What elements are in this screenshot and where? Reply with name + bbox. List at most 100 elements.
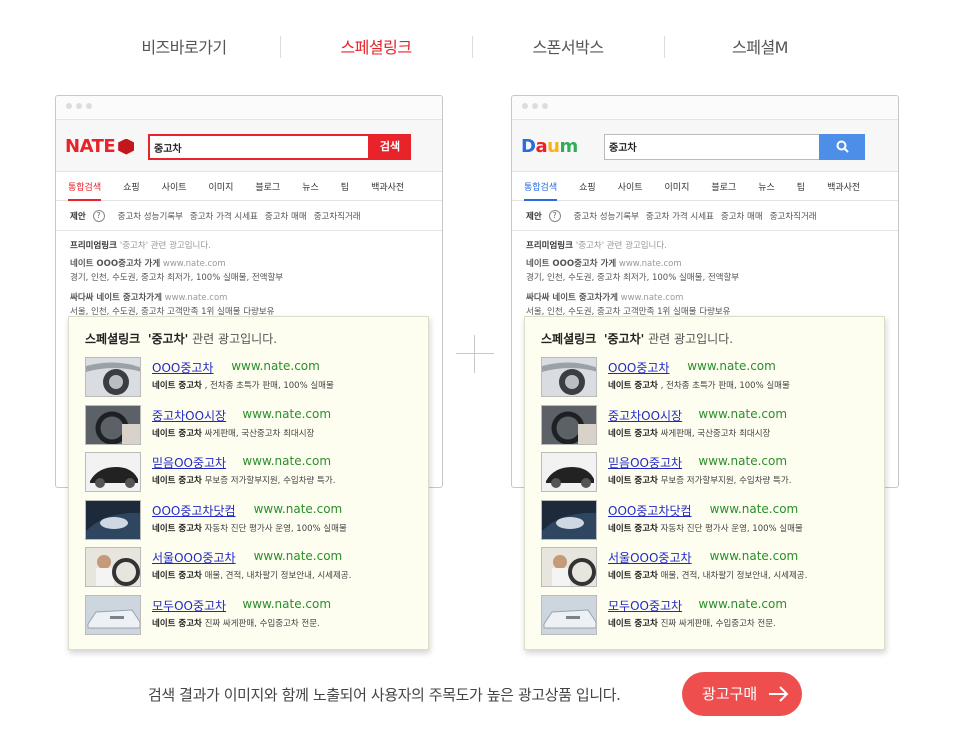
ad-url[interactable]: www.nate.com	[698, 454, 787, 468]
ad-url[interactable]: www.nate.com	[254, 549, 343, 563]
ad-url[interactable]: www.nate.com	[698, 597, 787, 611]
nav-item-news[interactable]: 뉴스	[758, 180, 775, 193]
ad-description: 네이트 중고차 , 전차종 초특가 판매, 100% 실매물	[152, 381, 334, 391]
ad-title-link[interactable]: 믿음OO중고차	[152, 454, 226, 471]
nav-item-encyclopedia[interactable]: 백과사전	[371, 180, 404, 193]
nav-item-blog[interactable]: 블로그	[255, 180, 280, 193]
nav-item-shopping[interactable]: 쇼핑	[579, 180, 596, 193]
ad-title-link[interactable]: 중고차OO시장	[152, 407, 226, 424]
ad-title-link[interactable]: 서울OOO중고차	[152, 549, 236, 566]
nav-item-image[interactable]: 이미지	[665, 180, 690, 193]
nav-item-site[interactable]: 사이트	[618, 180, 643, 193]
ad-title-link[interactable]: OOO중고차	[152, 359, 213, 376]
ad-item[interactable]: OOO중고차닷컴 www.nate.com 네이트 중고차 자동차 진단 평가사 운…	[541, 499, 871, 540]
car-thumbnail[interactable]	[541, 499, 597, 540]
suggest-row: 제안 ? 중고차 성능기록부 중고차 가격 시세표 중고차 매매 중고차직거래	[512, 201, 898, 231]
ad-item[interactable]: 모두OO중고차 www.nate.com 네이트 중고차 진짜 싸게판매, 수입중고…	[541, 594, 871, 635]
car-thumbnail[interactable]	[85, 404, 141, 445]
suggest-item[interactable]: 중고차 가격 시세표	[646, 210, 714, 222]
ad-url[interactable]: www.nate.com	[710, 549, 799, 563]
tab-sponsor-box[interactable]: 스폰서박스	[472, 30, 664, 66]
nav-item-news[interactable]: 뉴스	[302, 180, 319, 193]
ad-url[interactable]: www.nate.com	[242, 454, 331, 468]
ad-description: 네이트 중고차 진짜 싸게판매, 수입중고차 전문.	[152, 618, 320, 629]
ad-item[interactable]: 모두OO중고차 www.nate.com 네이트 중고차 진짜 싸게판매, 수입중고…	[85, 594, 415, 635]
car-thumbnail[interactable]	[85, 547, 141, 587]
help-icon[interactable]: ?	[548, 209, 561, 222]
daum-search-input[interactable]: 중고차	[604, 134, 820, 160]
popup-suffix: 관련 광고입니다.	[648, 332, 734, 346]
ad-item[interactable]: 서울OOO중고차 www.nate.com 네이트 중고차 매물, 견적, 내차팔기…	[541, 547, 871, 587]
premium-result-title[interactable]: 싸다싸 네이트 중고차가게 www.nate.com	[70, 291, 428, 305]
ad-description: 네이트 중고차 진짜 싸게판매, 수입중고차 전문.	[608, 618, 776, 629]
nav-item-integrated[interactable]: 통합검색	[524, 180, 558, 201]
suggest-item[interactable]: 중고차 성능기록부	[574, 210, 639, 222]
nav-item-image[interactable]: 이미지	[209, 180, 234, 193]
suggest-item[interactable]: 중고차직거래	[770, 210, 817, 222]
special-link-popup-nate: 스페셜링크 '중고차' 관련 광고입니다. OOO중고차 www.nate.com 네…	[68, 316, 429, 650]
daum-search-button[interactable]	[819, 134, 865, 160]
tab-bizbaro[interactable]: 비즈바로가기	[88, 30, 280, 66]
ad-item[interactable]: 중고차OO시장 www.nate.com 네이트 중고차 싸게판매, 국산중고차 최…	[541, 404, 871, 445]
ad-item[interactable]: OOO중고차 www.nate.com 네이트 중고차 , 전차종 초특가 판매, …	[85, 357, 415, 397]
help-icon[interactable]: ?	[92, 209, 105, 222]
ad-item[interactable]: 중고차OO시장 www.nate.com 네이트 중고차 싸게판매, 국산중고차 최…	[85, 404, 415, 445]
suggest-item[interactable]: 중고차 매매	[721, 210, 763, 222]
ad-title-link[interactable]: OOO중고차닷컴	[608, 502, 692, 519]
car-thumbnail[interactable]	[85, 499, 141, 540]
ad-item[interactable]: 서울OOO중고차 www.nate.com 네이트 중고차 매물, 견적, 내차팔기…	[85, 547, 415, 587]
premium-result-title[interactable]: 싸다싸 네이트 중고차가게 www.nate.com	[526, 291, 884, 305]
tab-special-m[interactable]: 스페셜M	[664, 30, 856, 66]
nav-item-encyclopedia[interactable]: 백과사전	[827, 180, 860, 193]
premium-header: 프리미엄링크 '중고차' 관련 광고입니다.	[70, 241, 211, 251]
buy-ad-button[interactable]: 광고구매	[682, 672, 802, 716]
ad-title-link[interactable]: OOO중고차	[608, 359, 669, 376]
car-thumbnail[interactable]	[541, 404, 597, 445]
suggest-item[interactable]: 중고차 매매	[265, 210, 307, 222]
car-thumbnail[interactable]	[541, 547, 597, 587]
premium-result-title[interactable]: 네이트 OOO중고차 가게 www.nate.com	[526, 257, 884, 271]
ad-url[interactable]: www.nate.com	[242, 597, 331, 611]
nav-item-site[interactable]: 사이트	[162, 180, 187, 193]
ad-item[interactable]: OOO중고차 www.nate.com 네이트 중고차 , 전차종 초특가 판매, …	[541, 357, 871, 397]
ad-title-link[interactable]: 중고차OO시장	[608, 407, 682, 424]
car-thumbnail[interactable]	[85, 594, 141, 635]
ad-item[interactable]: 믿음OO중고차 www.nate.com 네이트 중고차 무보증 저가할부지원, 수…	[85, 452, 415, 492]
nav-item-tip[interactable]: 팁	[341, 180, 349, 193]
nav-item-tip[interactable]: 팁	[797, 180, 805, 193]
suggest-item[interactable]: 중고차 성능기록부	[118, 210, 183, 222]
nate-search-input[interactable]: 중고차	[148, 134, 370, 160]
premium-result-title[interactable]: 네이트 OOO중고차 가게 www.nate.com	[70, 257, 428, 271]
ad-url[interactable]: www.nate.com	[698, 407, 787, 421]
car-thumbnail[interactable]	[541, 452, 597, 492]
tab-special-link[interactable]: 스페셜링크	[280, 30, 472, 66]
ad-item[interactable]: OOO중고차닷컴 www.nate.com 네이트 중고차 자동차 진단 평가사 운…	[85, 499, 415, 540]
ad-title-link[interactable]: OOO중고차닷컴	[152, 502, 236, 519]
ad-url[interactable]: www.nate.com	[710, 502, 799, 516]
car-thumbnail[interactable]	[85, 357, 141, 397]
nate-search-button[interactable]: 검색	[369, 134, 411, 160]
car-thumbnail[interactable]	[541, 594, 597, 635]
ad-url[interactable]: www.nate.com	[254, 502, 343, 516]
ad-item[interactable]: 믿음OO중고차 www.nate.com 네이트 중고차 무보증 저가할부지원, 수…	[541, 452, 871, 492]
product-tabs: 비즈바로가기 스페셜링크 스폰서박스 스페셜M	[88, 30, 856, 66]
special-link-popup-daum: 스페셜링크 '중고차' 관련 광고입니다. OOO중고차 www.nate.com 네…	[524, 316, 885, 650]
suggest-item[interactable]: 중고차직거래	[314, 210, 361, 222]
ad-url[interactable]: www.nate.com	[242, 407, 331, 421]
ad-title-link[interactable]: 서울OOO중고차	[608, 549, 692, 566]
car-thumbnail[interactable]	[85, 452, 141, 492]
popup-keyword: '중고차'	[603, 332, 645, 346]
nav-item-integrated[interactable]: 통합검색	[68, 180, 102, 201]
ad-title-link[interactable]: 믿음OO중고차	[608, 454, 682, 471]
suggest-label: 제안	[526, 211, 542, 222]
ad-description: 네이트 중고차 자동차 진단 평가사 운영, 100% 실매물	[608, 523, 803, 534]
suggest-item[interactable]: 중고차 가격 시세표	[190, 210, 258, 222]
ad-title-link[interactable]: 모두OO중고차	[608, 597, 682, 614]
nav-item-shopping[interactable]: 쇼핑	[123, 180, 140, 193]
popup-keyword: '중고차'	[147, 332, 189, 346]
ad-url[interactable]: www.nate.com	[231, 359, 320, 373]
ad-title-link[interactable]: 모두OO중고차	[152, 597, 226, 614]
ad-url[interactable]: www.nate.com	[687, 359, 776, 373]
nav-item-blog[interactable]: 블로그	[711, 180, 736, 193]
car-thumbnail[interactable]	[541, 357, 597, 397]
